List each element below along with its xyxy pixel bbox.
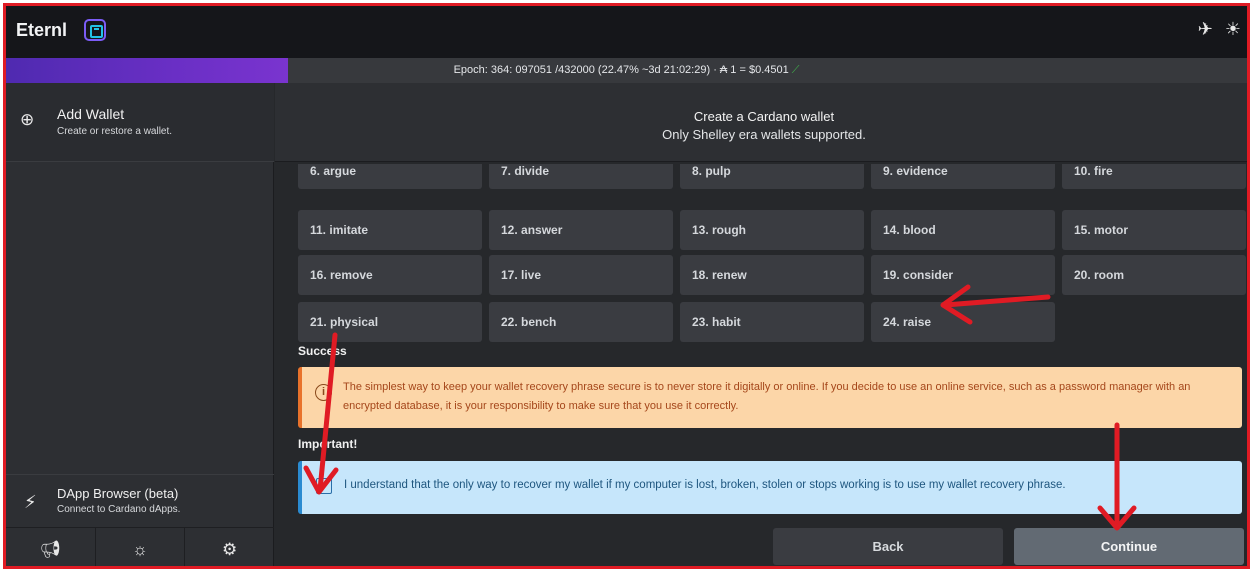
warning-text: The simplest way to keep your wallet rec… (343, 381, 1191, 412)
warning-box: i The simplest way to keep your wallet r… (298, 367, 1242, 428)
recovery-word: 11. imitate (298, 210, 482, 250)
add-wallet-subtitle: Create or restore a wallet. (57, 126, 173, 137)
important-label: Important! (298, 437, 358, 451)
back-button[interactable]: Back (773, 528, 1003, 565)
recovery-word: 24. raise (871, 302, 1055, 342)
continue-button[interactable]: Continue (1014, 528, 1244, 565)
add-wallet-icon: ⊕ (20, 110, 35, 129)
recovery-word: 23. habit (680, 302, 864, 342)
screenshot-frame: Eternl ✈︎ ☀ Epoch: 364: 097051 /432000 (… (0, 0, 1254, 575)
title-bar: Eternl ✈︎ ☀ (6, 6, 1247, 58)
recovery-word: 14. blood (871, 210, 1055, 250)
add-wallet-title: Add Wallet (57, 106, 125, 122)
sidebar-item-dapp-browser[interactable]: ⚡ DApp Browser (beta) Connect to Cardano… (6, 474, 274, 527)
bulb-icon[interactable]: ☼ (96, 528, 186, 566)
sidebar-footer: 📢︎ ☼ ⚙ (6, 527, 274, 566)
recovery-word: 22. bench (489, 302, 673, 342)
titlebar-icons: ✈︎ ☀ (1198, 18, 1241, 40)
dapp-browser-title: DApp Browser (beta) (57, 486, 179, 501)
recovery-word: 20. room (1062, 255, 1246, 295)
sidebar-item-add-wallet[interactable]: ⊕ Add Wallet Create or restore a wallet. (6, 83, 274, 162)
recovery-word: 18. renew (680, 255, 864, 295)
page-subtitle: Only Shelley era wallets supported. (662, 127, 866, 142)
recovery-word: 10. fire (1062, 164, 1246, 189)
satellite-icon[interactable]: ✈︎ (1198, 18, 1213, 40)
recovery-word: 15. motor (1062, 210, 1246, 250)
recovery-word: 13. rough (680, 210, 864, 250)
sidebar: ⊕ Add Wallet Create or restore a wallet.… (6, 83, 274, 566)
acknowledge-text: I understand that the only way to recove… (344, 479, 1066, 491)
success-label: Success (298, 344, 347, 358)
main-header: Create a Cardano wallet Only Shelley era… (275, 83, 1247, 162)
dapp-browser-subtitle: Connect to Cardano dApps. (57, 504, 181, 515)
app-name: Eternl (16, 20, 68, 40)
info-icon: i (315, 384, 332, 401)
recovery-word: 17. live (489, 255, 673, 295)
recovery-word: 9. evidence (871, 164, 1055, 189)
eternl-logo-icon (84, 19, 106, 41)
price-trend-icon: ⟋ (791, 64, 800, 76)
recovery-word: 21. physical (298, 302, 482, 342)
sun-icon[interactable]: ☀ (1225, 18, 1241, 40)
recovery-word: 19. consider (871, 255, 1055, 295)
megaphone-icon[interactable]: 📢︎ (6, 528, 96, 566)
epoch-bar: Epoch: 364: 097051 /432000 (22.47% ~3d 2… (6, 58, 1247, 83)
recovery-word: 8. pulp (680, 164, 864, 189)
recovery-word: 6. argue (298, 164, 482, 189)
main-panel: Create a Cardano wallet Only Shelley era… (275, 83, 1247, 566)
settings-icon[interactable]: ⚙ (185, 528, 274, 566)
plug-icon: ⚡ (24, 492, 37, 512)
recovery-word: 16. remove (298, 255, 482, 295)
recovery-word: 12. answer (489, 210, 673, 250)
recovery-word: 7. divide (489, 164, 673, 189)
app-window: Eternl ✈︎ ☀ Epoch: 364: 097051 /432000 (… (3, 3, 1250, 569)
checkbox-checked-icon[interactable]: ✓ (316, 478, 332, 494)
page-title: Create a Cardano wallet (693, 109, 835, 124)
acknowledge-checkbox-row[interactable]: ✓ I understand that the only way to reco… (298, 461, 1242, 514)
epoch-text: Epoch: 364: 097051 /432000 (22.47% ~3d 2… (453, 64, 789, 76)
